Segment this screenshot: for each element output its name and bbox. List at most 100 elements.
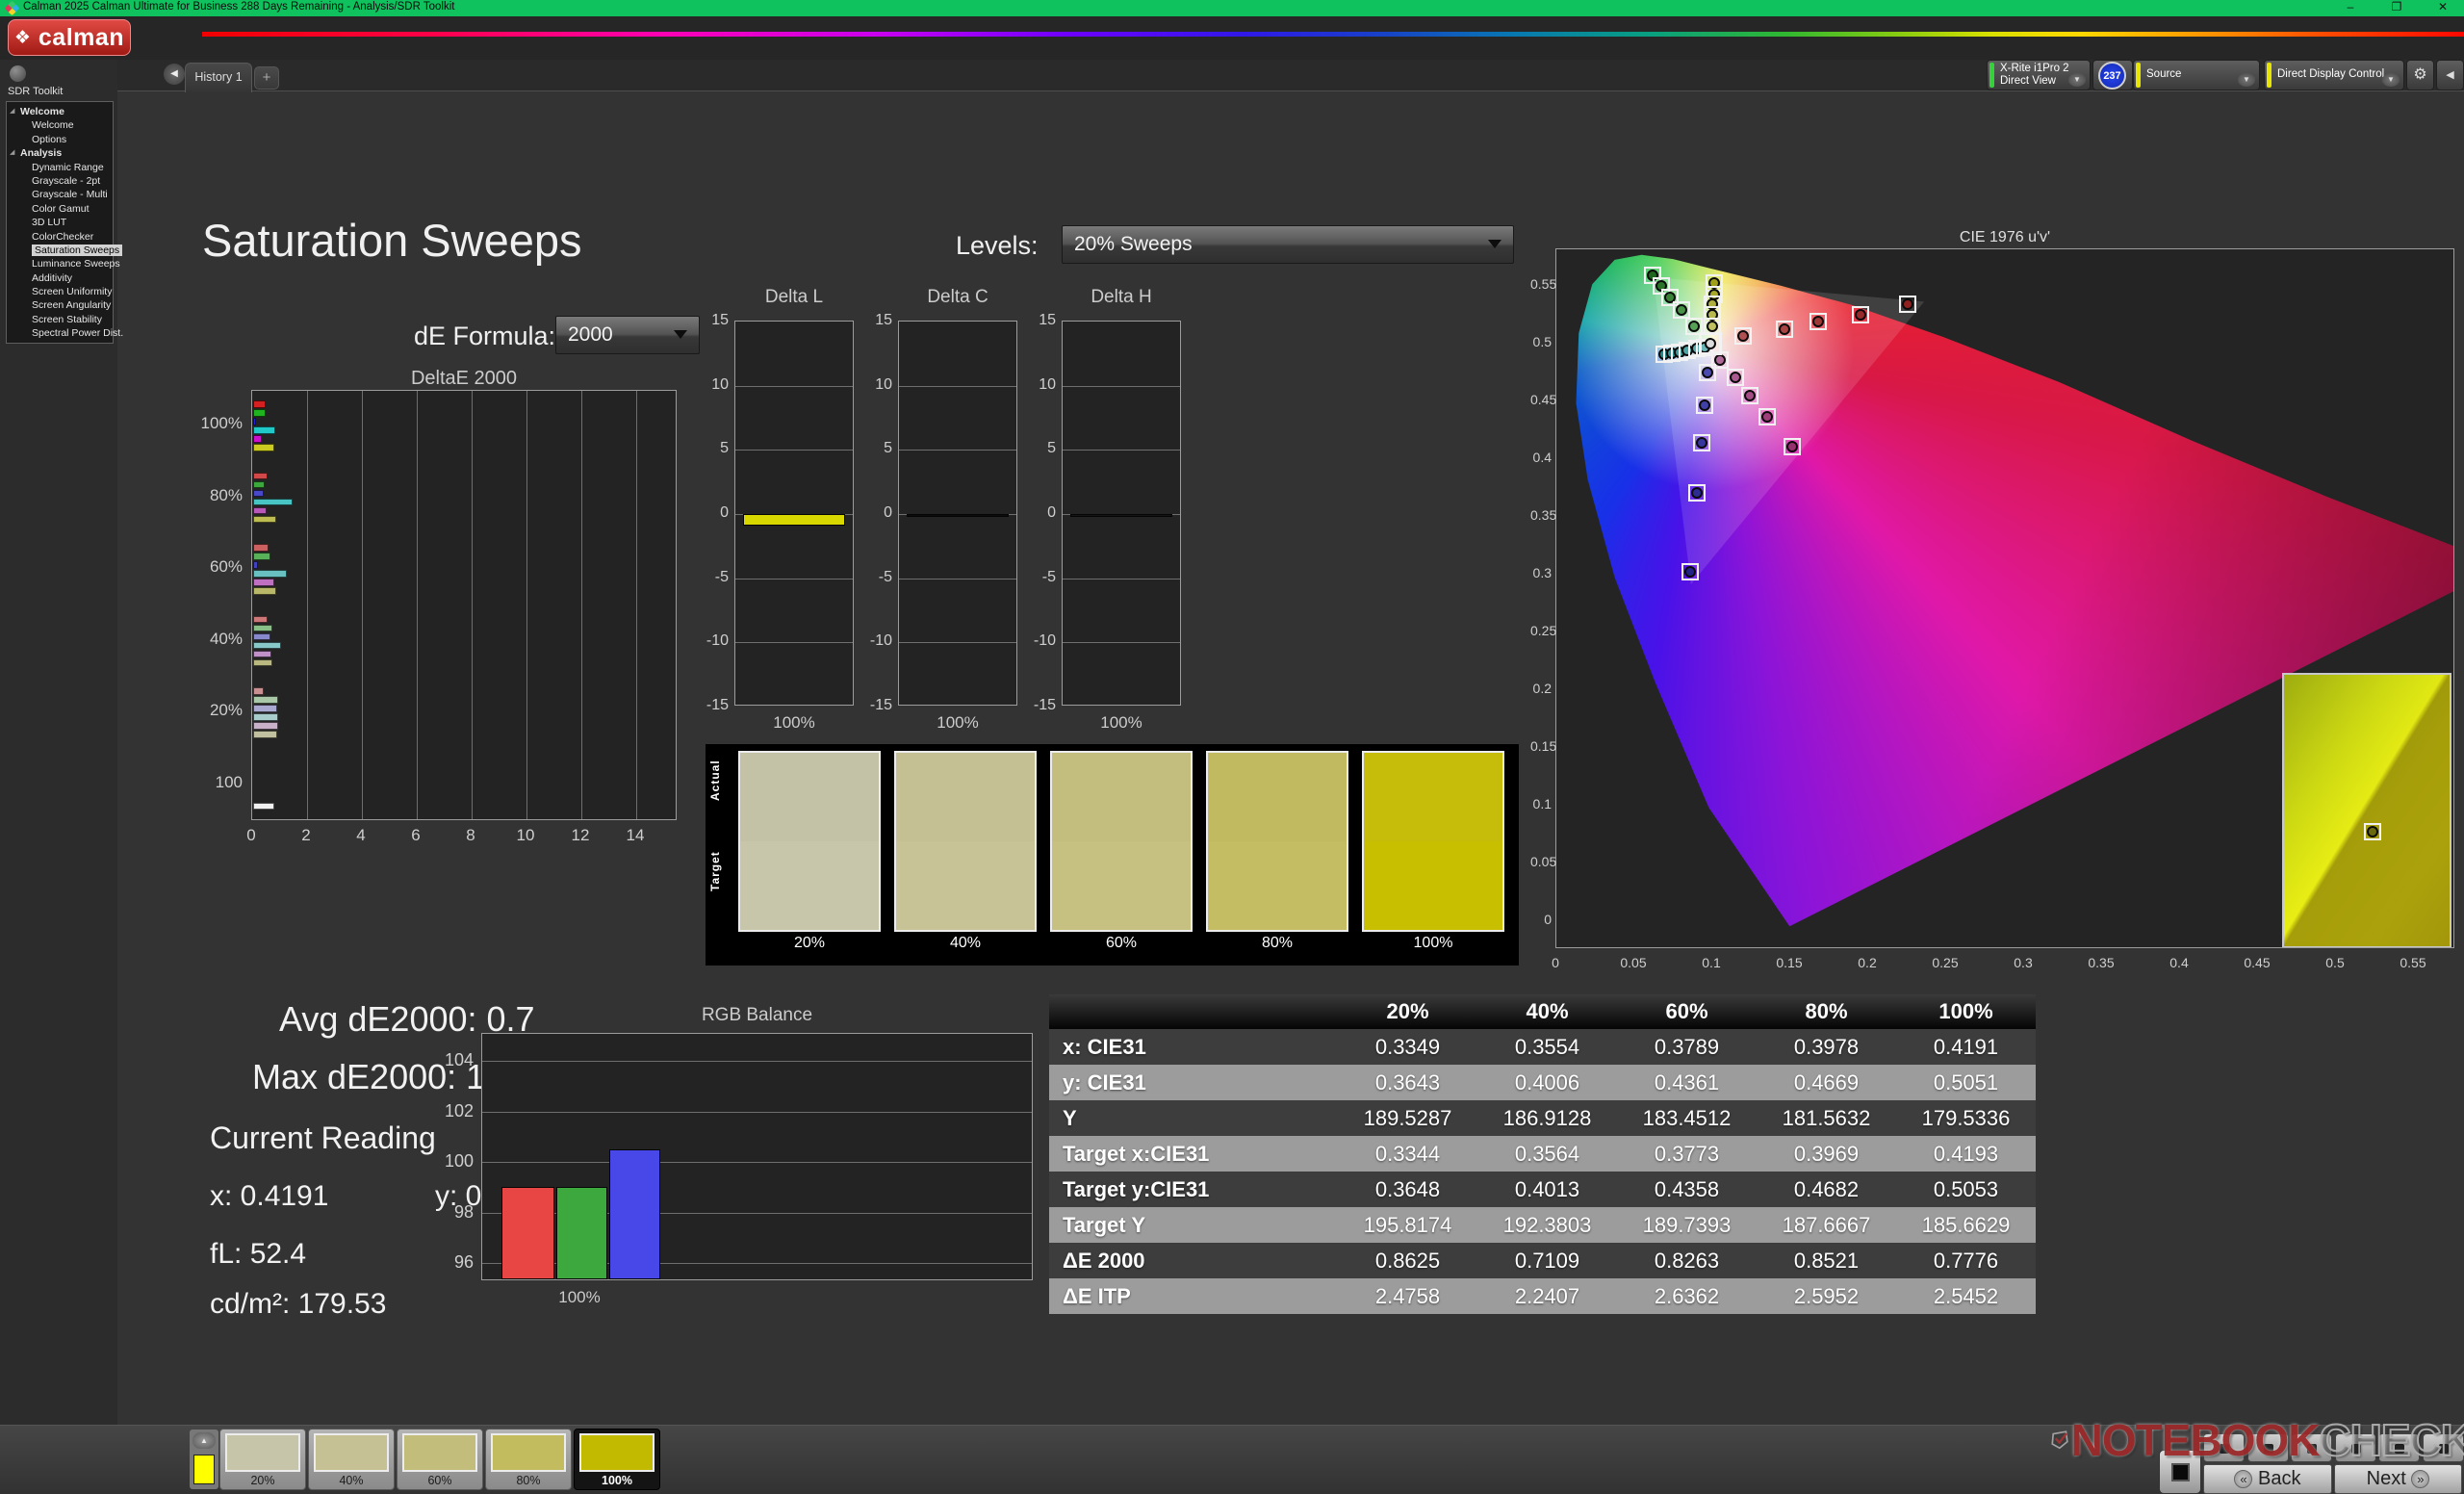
x-tick-label: 10 — [506, 826, 545, 845]
y-tick-label: 104 — [429, 1050, 474, 1070]
y-tick-label: 0.1 — [1530, 796, 1552, 811]
row-label: ΔE ITP — [1049, 1278, 1338, 1314]
tree-item-label: Color Gamut — [32, 203, 90, 215]
sidebar-item-colorchecker[interactable]: ColorChecker — [7, 230, 113, 244]
window-title: Calman 2025 Calman Ultimate for Business… — [23, 1, 454, 13]
table-cell: 0.3344 — [1338, 1136, 1477, 1172]
tab-history-1[interactable]: History 1 — [185, 63, 252, 92]
collapse-panel-icon[interactable]: ◀ — [2436, 60, 2464, 90]
y-tick-label: 0 — [1530, 912, 1552, 927]
table-row: Target y:CIE310.36480.40130.43580.46820.… — [1049, 1172, 2036, 1207]
sidebar-item-options[interactable]: Options — [7, 133, 113, 146]
red-bar — [501, 1187, 554, 1279]
current-reading-heading: Current Reading — [210, 1120, 436, 1156]
gridline — [482, 1112, 1032, 1113]
display-status-bar — [2267, 63, 2272, 88]
sidebar-item-screen-angularity[interactable]: Screen Angularity — [7, 298, 113, 312]
y-tick-label: -10 — [694, 632, 729, 650]
y-tick-label: 15 — [858, 312, 892, 329]
deltae-bar — [253, 705, 277, 711]
y-tick-label: 96 — [429, 1252, 474, 1273]
table-cell: 195.8174 — [1338, 1207, 1477, 1243]
levels-select[interactable]: 20% Sweeps — [1062, 225, 1514, 264]
swatch-100% — [1362, 751, 1504, 932]
table-cell: 0.4669 — [1757, 1065, 1896, 1100]
sidebar-item-welcome[interactable]: ◢Welcome — [7, 105, 113, 118]
sidebar-item-spectral-power-dist-[interactable]: Spectral Power Dist. — [7, 326, 113, 340]
window-titlebar: Calman 2025 Calman Ultimate for Business… — [0, 0, 2464, 16]
tree-expand-icon[interactable]: ◢ — [10, 146, 14, 160]
collapse-sidebar-icon[interactable]: ◀ — [164, 64, 185, 85]
sidebar-item-screen-stability[interactable]: Screen Stability — [7, 313, 113, 326]
actual-target-swatch-panel: ActualTarget20%40%60%80%100% — [706, 744, 1519, 966]
meter-count-badge[interactable]: 237 — [2092, 60, 2133, 90]
swatch-label: 40% — [894, 935, 1037, 952]
x-tick-label: 0.25 — [1924, 955, 1966, 970]
sidebar-item-color-gamut[interactable]: Color Gamut — [7, 202, 113, 216]
x-tick-label: 0.55 — [2392, 955, 2434, 970]
add-tab-button[interactable]: + — [254, 66, 279, 90]
deltae-bar — [253, 651, 271, 657]
y-tick-label: -5 — [694, 569, 729, 586]
deltae-bar — [253, 499, 293, 505]
target-swatch — [1208, 841, 1347, 930]
deltae-bar — [253, 561, 258, 568]
deltae-bar — [253, 731, 277, 737]
table-cell: 185.6629 — [1896, 1207, 2036, 1243]
measurement-table: 20%40%60%80%100%x: CIE310.33490.35540.37… — [1049, 994, 2036, 1316]
close-button[interactable]: ✕ — [2428, 0, 2457, 15]
delta_h-plot-area — [1062, 321, 1181, 706]
sidebar-item-saturation-sweeps[interactable]: Saturation Sweeps — [7, 244, 113, 257]
meter-dropdown[interactable]: X-Rite i1Pro 2Direct View ▼ — [1987, 60, 2091, 90]
sidebar-item-dynamic-range[interactable]: Dynamic Range — [7, 161, 113, 174]
group-label: 20% — [183, 701, 243, 720]
target-swatch — [896, 841, 1035, 930]
deltae-bar — [253, 400, 266, 407]
sidebar-item-additivity[interactable]: Additivity — [7, 271, 113, 285]
display-control-dropdown[interactable]: Direct Display Control ▼ — [2264, 60, 2404, 90]
deltae-2000-chart: DeltaE 200002468101214100%80%60%40%20%10… — [183, 368, 693, 859]
sidebar-handle-icon[interactable] — [10, 65, 26, 82]
blue-sweep-measured-marker — [1691, 487, 1703, 499]
table-col-header: 40% — [1477, 994, 1617, 1029]
minimize-button[interactable]: – — [2336, 0, 2365, 15]
y-tick-label: 0.55 — [1530, 276, 1552, 292]
calman-app-window: Calman 2025 Calman Ultimate for Business… — [0, 0, 2464, 1494]
tree-item-label: Screen Uniformity — [32, 286, 112, 297]
source-dropdown[interactable]: Source ▼ — [2133, 60, 2260, 90]
sidebar-item-3d-lut[interactable]: 3D LUT — [7, 216, 113, 229]
table-cell: 0.8625 — [1338, 1243, 1477, 1278]
tree-expand-icon[interactable]: ◢ — [10, 105, 14, 118]
sidebar-item-grayscale-multi[interactable]: Grayscale - Multi — [7, 188, 113, 201]
chart-title: Delta L — [715, 287, 873, 308]
y-tick-label: 0.25 — [1530, 623, 1552, 638]
table-cell: 0.5051 — [1896, 1065, 2036, 1100]
gridline — [1063, 450, 1180, 451]
swatch-80% — [1206, 751, 1348, 932]
tree-item-label: Dynamic Range — [32, 162, 104, 173]
x-category-label: 100% — [898, 713, 1017, 733]
sidebar-item-grayscale-2pt[interactable]: Grayscale - 2pt — [7, 174, 113, 188]
y-tick-label: 0 — [858, 504, 892, 522]
chevron-down-icon: ▼ — [2068, 73, 2086, 87]
settings-gear-icon[interactable]: ⚙ — [2406, 60, 2434, 90]
row-label: y: CIE31 — [1049, 1065, 1338, 1100]
y-tick-label: 0 — [694, 504, 729, 522]
table-cell: 2.5952 — [1757, 1278, 1896, 1314]
source-label: Source — [2146, 68, 2181, 81]
table-col-header: 100% — [1896, 994, 2036, 1029]
sidebar-item-welcome[interactable]: Welcome — [7, 118, 113, 132]
sidebar-item-analysis[interactable]: ◢Analysis — [7, 146, 113, 160]
swatch-label: 100% — [1362, 935, 1504, 952]
sidebar-item-screen-uniformity[interactable]: Screen Uniformity — [7, 285, 113, 298]
blue-sweep-measured-marker — [1696, 437, 1707, 449]
restore-button[interactable]: ❐ — [2382, 0, 2411, 15]
sidebar-item-luminance-sweeps[interactable]: Luminance Sweeps — [7, 257, 113, 270]
group-label: 80% — [183, 486, 243, 505]
calman-menu-button[interactable]: ❖ calman ▼ — [8, 19, 131, 56]
table-cell: 0.4682 — [1757, 1172, 1896, 1207]
swatch-20% — [738, 751, 881, 932]
magenta-sweep-measured-marker — [1786, 441, 1798, 452]
y-tick-label: 5 — [858, 440, 892, 457]
gridline — [482, 1162, 1032, 1163]
